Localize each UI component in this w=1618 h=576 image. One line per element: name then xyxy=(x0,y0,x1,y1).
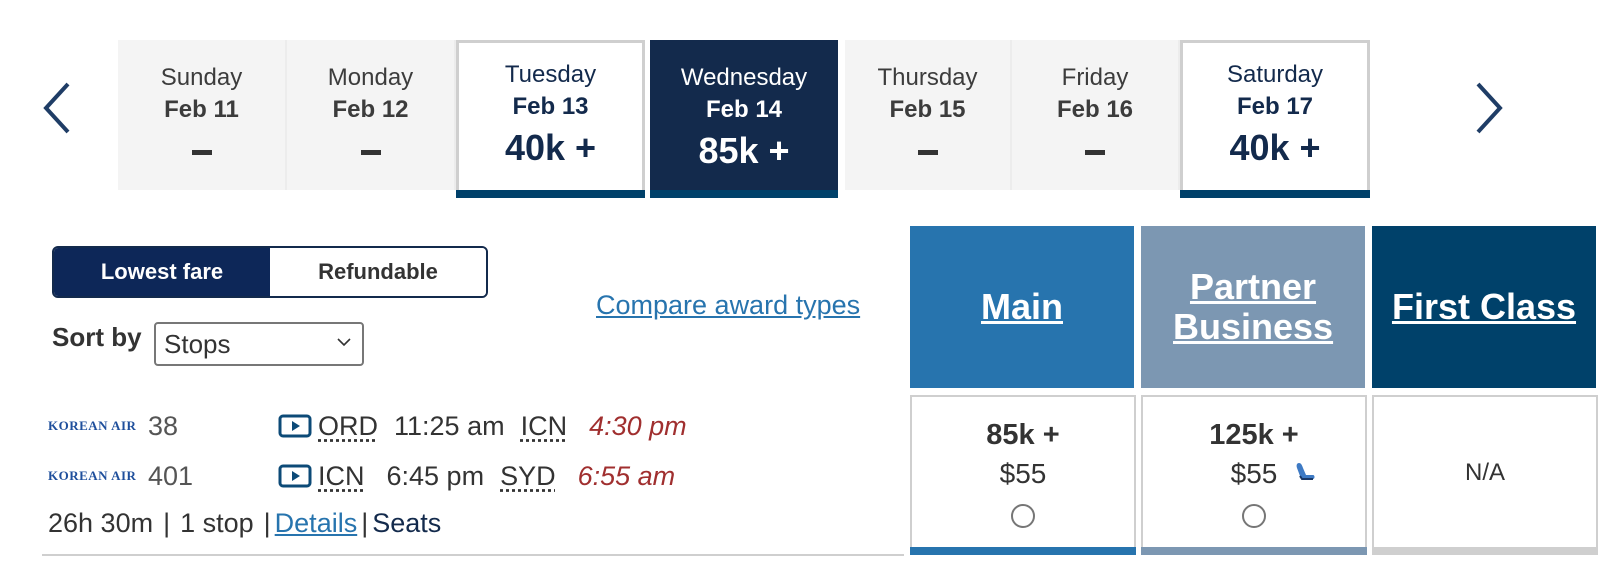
flight-summary: 26h 30m | 1 stop | Details | Seats xyxy=(48,508,441,539)
previous-dates-button[interactable] xyxy=(38,80,78,136)
date-label: Feb 15 xyxy=(889,96,966,123)
date-tab-monday[interactable]: Monday Feb 12 xyxy=(287,40,456,190)
date-label: Feb 13 xyxy=(512,93,589,120)
fare-miles: 85k + xyxy=(986,419,1060,451)
fare-header-label: Main xyxy=(980,286,1063,327)
depart-airport[interactable]: ORD xyxy=(318,411,378,442)
day-of-week: Friday xyxy=(1061,64,1129,91)
fare-header-main[interactable]: Main xyxy=(910,226,1134,388)
date-price: 85k + xyxy=(698,130,790,171)
sort-select[interactable]: Stops xyxy=(154,322,364,366)
arrive-airport[interactable]: SYD xyxy=(500,461,556,492)
fare-header-partner-business[interactable]: Partner Business xyxy=(1141,226,1365,388)
video-entertainment-icon xyxy=(278,414,312,438)
next-dates-button[interactable] xyxy=(1468,80,1508,136)
sort-selected-value: Stops xyxy=(164,329,231,359)
divider: | xyxy=(163,508,171,538)
day-of-week: Sunday xyxy=(160,64,243,91)
arrive-airport[interactable]: ICN xyxy=(521,411,568,442)
video-entertainment-icon xyxy=(278,464,312,488)
sort-label: Sort by xyxy=(52,322,142,352)
date-tab-friday[interactable]: Friday Feb 16 xyxy=(1012,40,1180,190)
row-divider xyxy=(42,554,904,556)
date-label: Feb 14 xyxy=(705,96,783,123)
date-tab-wednesday[interactable]: Wednesday Feb 14 85k + xyxy=(650,40,838,198)
no-fare-dash xyxy=(1085,150,1105,155)
fare-radio[interactable] xyxy=(1011,504,1035,528)
stop-count: 1 stop xyxy=(180,508,254,538)
fare-miles: 125k + xyxy=(1209,419,1299,451)
flight-segment: KOREAN AIR 38 ORD 11:25 am ICN 4:30 pm xyxy=(48,406,687,446)
chevron-right-icon xyxy=(1476,82,1503,134)
day-of-week: Tuesday xyxy=(504,61,597,88)
date-tab-saturday[interactable]: Saturday Feb 17 40k + xyxy=(1180,40,1370,198)
date-label: Feb 16 xyxy=(1056,96,1134,123)
day-of-week: Saturday xyxy=(1226,61,1324,88)
lowest-fare-option[interactable]: Lowest fare xyxy=(54,248,270,296)
depart-time: 11:25 am xyxy=(394,410,505,441)
fare-cell-first-class: N/A xyxy=(1372,395,1598,555)
arrive-time: 4:30 pm xyxy=(589,410,687,441)
fare-type-toggle: Lowest fare Refundable xyxy=(52,246,488,298)
details-link[interactable]: Details xyxy=(275,508,358,538)
date-label: Feb 17 xyxy=(1236,93,1314,120)
flight-number: 38 xyxy=(148,410,179,441)
lie-flat-seat-icon xyxy=(1296,463,1315,480)
fare-color-bar xyxy=(1141,547,1367,555)
no-fare-dash xyxy=(191,150,212,155)
fare-header-label: Partner Business xyxy=(1173,266,1334,347)
fare-header-label: First Class xyxy=(1391,286,1577,327)
depart-airport[interactable]: ICN xyxy=(318,461,365,492)
date-strip: Sunday Feb 11 Monday Feb 12 Tuesday Feb … xyxy=(118,40,1418,198)
date-tab-sunday[interactable]: Sunday Feb 11 xyxy=(118,40,287,190)
date-tab-thursday[interactable]: Thursday Feb 15 xyxy=(845,40,1012,190)
day-of-week: Wednesday xyxy=(680,64,808,91)
date-label: Feb 11 xyxy=(164,96,239,123)
total-duration: 26h 30m xyxy=(48,508,154,538)
fare-fee: $55 xyxy=(1230,458,1278,489)
day-of-week: Monday xyxy=(327,64,414,91)
airline-logo: KOREAN AIR xyxy=(48,418,137,433)
divider: | xyxy=(263,508,271,538)
fare-cell-partner-business[interactable]: 125k + $55 xyxy=(1141,395,1367,555)
no-fare-dash xyxy=(917,150,938,155)
chevron-down-icon xyxy=(337,338,351,347)
date-label: Feb 12 xyxy=(332,96,409,123)
day-of-week: Thursday xyxy=(877,64,978,91)
fare-cell-main[interactable]: 85k + $55 xyxy=(910,395,1136,555)
compare-award-types-link[interactable]: Compare award types xyxy=(596,290,860,321)
fare-color-bar xyxy=(910,547,1136,555)
no-fare-dash xyxy=(360,150,381,155)
airline-logo: KOREAN AIR xyxy=(48,468,137,483)
fare-fee: $55 xyxy=(999,458,1047,489)
flight-number: 401 xyxy=(148,460,194,491)
chevron-left-icon xyxy=(43,82,70,134)
seats-link[interactable]: Seats xyxy=(372,508,441,538)
date-tab-tuesday[interactable]: Tuesday Feb 13 40k + xyxy=(456,40,645,198)
fare-radio[interactable] xyxy=(1242,504,1266,528)
date-price: 40k + xyxy=(504,127,597,168)
fare-unavailable: N/A xyxy=(1464,459,1505,486)
date-price: 40k + xyxy=(1229,127,1321,168)
fare-header-first-class[interactable]: First Class xyxy=(1372,226,1596,388)
refundable-option[interactable]: Refundable xyxy=(270,248,486,296)
flight-segment: KOREAN AIR 401 ICN 6:45 pm SYD 6:55 am xyxy=(48,456,675,496)
divider: | xyxy=(361,508,369,538)
fare-color-bar xyxy=(1372,547,1598,555)
fare-fee-wrap: $55 xyxy=(1143,458,1365,490)
depart-time: 6:45 pm xyxy=(386,460,485,491)
arrive-time: 6:55 am xyxy=(577,460,676,491)
